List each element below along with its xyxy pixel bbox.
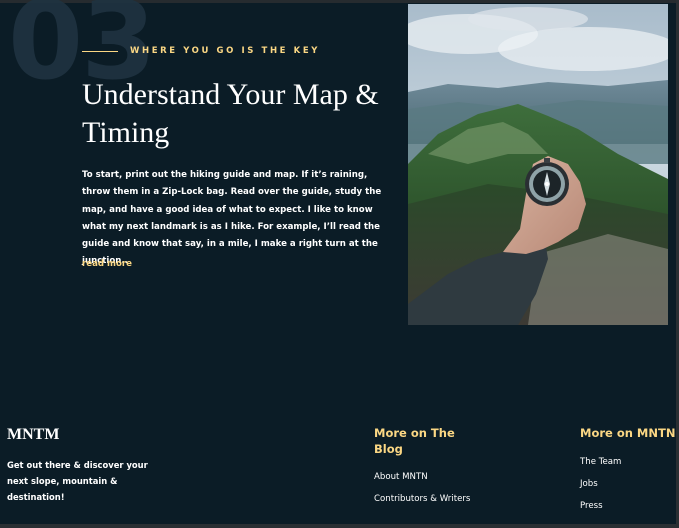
compass-mountain-photo: [408, 4, 668, 325]
eyebrow-line: [82, 50, 118, 52]
section-eyebrow: WHERE YOU GO IS THE KEY: [82, 46, 320, 56]
footer-tagline: Get out there & discover your next slope…: [7, 460, 148, 502]
footer-column-blog: More on The Blog About MNTN Contributors…: [374, 425, 474, 513]
footer-link-about[interactable]: About MNTN: [374, 469, 474, 485]
section-headline: Understand Your Map & Timing: [82, 78, 379, 149]
footer-link-team[interactable]: The Team: [580, 454, 679, 470]
footer-link-contributors[interactable]: Contributors & Writers: [374, 491, 474, 507]
footer-column-title: More on The Blog: [374, 426, 455, 456]
footer-column-title: More on MNTN: [580, 426, 676, 440]
footer-link-press[interactable]: Press: [580, 498, 679, 514]
bottom-divider: [0, 524, 679, 528]
section-body: To start, print out the hiking guide and…: [82, 170, 382, 267]
footer-column-mntn: More on MNTN The Team Jobs Press: [580, 425, 679, 520]
footer-brand-logo[interactable]: MNTM: [7, 426, 59, 444]
eyebrow-text: WHERE YOU GO IS THE KEY: [130, 46, 320, 56]
footer-link-jobs[interactable]: Jobs: [580, 476, 679, 492]
read-more-link[interactable]: read more: [82, 259, 132, 269]
